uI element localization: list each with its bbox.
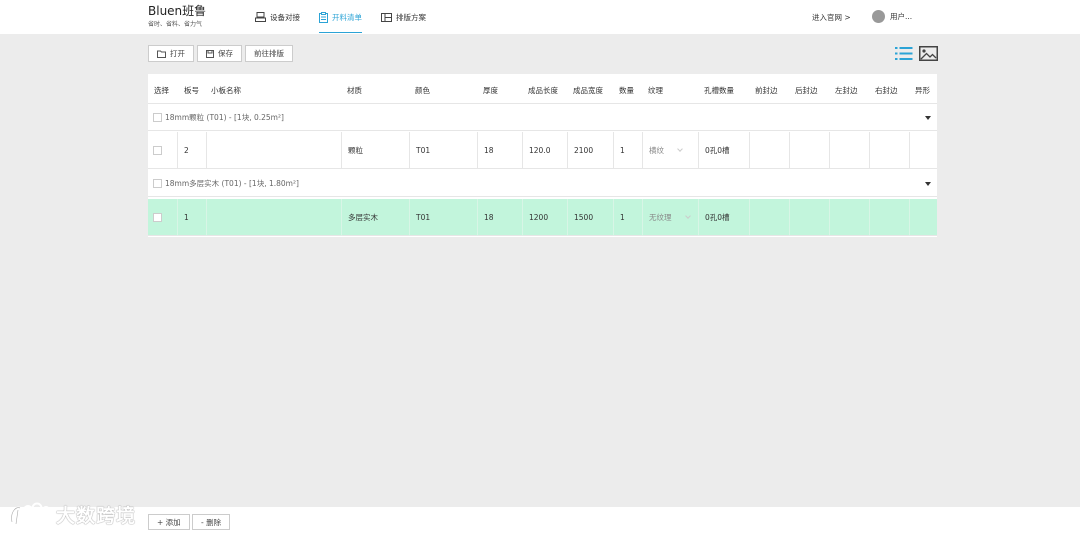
col-width: 成品宽度 <box>573 86 603 95</box>
collapse-caret-icon[interactable] <box>925 116 931 120</box>
row-checkbox[interactable] <box>153 213 162 222</box>
cell-holes: 0孔0槽 <box>698 199 749 236</box>
save-icon <box>206 49 214 58</box>
group-checkbox[interactable] <box>153 178 162 188</box>
cell-thickness: 18 <box>477 132 522 169</box>
footer-bar: + 添加 - 删除 <box>0 507 1080 535</box>
watermark: 大数跨境 <box>8 501 136 528</box>
device-icon <box>255 12 266 22</box>
table-header: 选择 板号 小板名称 材质 颜色 厚度 成品长度 成品宽度 数量 纹理 孔槽数量… <box>148 74 937 104</box>
col-front-edge: 前封边 <box>755 86 778 95</box>
col-left-edge: 左封边 <box>835 86 858 95</box>
texture-value: 无纹理 <box>649 213 672 222</box>
cell-front-edge[interactable] <box>749 199 789 236</box>
cell-left-edge[interactable] <box>829 132 869 169</box>
main-nav: 设备对接 开料清单 排版方案 <box>255 0 445 34</box>
delete-row-button[interactable]: - 删除 <box>192 514 231 530</box>
material-group-header[interactable]: 18mm颗粒 (T01) - [1块, 0.25m²] <box>148 104 937 131</box>
col-select: 选择 <box>154 86 169 95</box>
group-checkbox[interactable] <box>153 112 162 122</box>
group-title: 18mm多层实木 (T01) - [1块, 1.80m²] <box>165 178 299 188</box>
cell-qty[interactable]: 1 <box>613 132 642 169</box>
nav-label: 开料清单 <box>332 12 362 22</box>
save-label: 保存 <box>218 49 233 58</box>
col-thickness: 厚度 <box>483 86 498 95</box>
cell-length[interactable]: 120.0 <box>522 132 567 169</box>
cell-thickness: 18 <box>477 199 522 236</box>
col-back-edge: 后封边 <box>795 86 818 95</box>
col-color: 颜色 <box>415 86 430 95</box>
cell-material: 多层实木 <box>341 199 409 236</box>
col-special-shape: 异形 <box>915 86 930 95</box>
brand-name: Bluen班鲁 <box>148 4 207 18</box>
collapse-caret-icon[interactable] <box>925 182 931 186</box>
cell-special-shape[interactable] <box>909 199 937 236</box>
cell-right-edge[interactable] <box>869 199 909 236</box>
cell-back-edge[interactable] <box>789 132 829 169</box>
col-material: 材质 <box>347 86 362 95</box>
table-row[interactable]: 2 颗粒 T01 18 120.0 2100 1 横纹 0孔0槽 <box>148 132 937 169</box>
col-right-edge: 右封边 <box>875 86 898 95</box>
col-panel-name: 小板名称 <box>211 86 241 95</box>
material-group-header[interactable]: 18mm多层实木 (T01) - [1块, 1.80m²] <box>148 170 937 197</box>
cell-right-edge[interactable] <box>869 132 909 169</box>
nav-cutting-list[interactable]: 开料清单 <box>319 0 362 34</box>
cell-board-no: 2 <box>177 132 206 169</box>
chevron-down-icon <box>677 146 683 152</box>
cell-width[interactable]: 1500 <box>567 199 613 236</box>
open-button[interactable]: 打开 <box>148 45 194 62</box>
nav-layout-plan[interactable]: 排版方案 <box>381 0 426 34</box>
cell-color: T01 <box>409 199 477 236</box>
cell-special-shape[interactable] <box>909 132 937 169</box>
group-title: 18mm颗粒 (T01) - [1块, 0.25m²] <box>165 112 284 122</box>
cell-material: 颗粒 <box>341 132 409 169</box>
texture-select[interactable]: 横纹 <box>649 145 683 156</box>
watermark-logo-icon <box>10 502 50 524</box>
user-name: 用户... <box>890 12 913 21</box>
cell-color: T01 <box>409 132 477 169</box>
cell-front-edge[interactable] <box>749 132 789 169</box>
cell-back-edge[interactable] <box>789 199 829 236</box>
watermark-text: 大数跨境 <box>56 505 137 527</box>
cell-texture[interactable]: 横纹 <box>642 132 698 169</box>
col-length: 成品长度 <box>528 86 558 95</box>
save-button[interactable]: 保存 <box>197 45 242 62</box>
brand[interactable]: Bluen班鲁 省时、省料、省力气 <box>148 4 206 29</box>
col-texture: 纹理 <box>648 86 663 95</box>
avatar <box>872 10 885 23</box>
nav-device-connect[interactable]: 设备对接 <box>255 0 300 34</box>
row-checkbox[interactable] <box>153 146 162 155</box>
texture-select[interactable]: 无纹理 <box>649 212 691 223</box>
cutting-list-table: 选择 板号 小板名称 材质 颜色 厚度 成品长度 成品宽度 数量 纹理 孔槽数量… <box>148 74 937 237</box>
open-label: 打开 <box>170 49 185 58</box>
col-qty: 数量 <box>619 86 634 95</box>
cell-texture[interactable]: 无纹理 <box>642 199 698 236</box>
cell-left-edge[interactable] <box>829 199 869 236</box>
layout-icon <box>381 12 392 22</box>
goto-layout-button[interactable]: 前往排版 <box>245 45 293 62</box>
table-row-selected[interactable]: 1 多层实木 T01 18 1200 1500 1 无纹理 0孔0槽 <box>148 199 937 236</box>
cell-board-no: 1 <box>177 199 206 236</box>
brand-slogan: 省时、省料、省力气 <box>148 21 203 28</box>
cell-length[interactable]: 1200 <box>522 199 567 236</box>
col-holes: 孔槽数量 <box>704 86 734 95</box>
cell-qty[interactable]: 1 <box>613 199 642 236</box>
add-row-button[interactable]: + 添加 <box>148 514 190 530</box>
texture-value: 横纹 <box>649 146 664 155</box>
nav-label: 排版方案 <box>396 12 426 22</box>
cell-holes: 0孔0槽 <box>698 132 749 169</box>
top-bar: Bluen班鲁 省时、省料、省力气 设备对接 开料清单 排版方案 进入官网 > … <box>0 0 1080 34</box>
user-menu[interactable]: 用户... <box>872 10 912 23</box>
folder-icon <box>157 50 166 58</box>
nav-label: 设备对接 <box>270 12 300 22</box>
official-site-link[interactable]: 进入官网 > <box>812 12 851 23</box>
cell-width[interactable]: 2100 <box>567 132 613 169</box>
chevron-down-icon <box>684 213 691 219</box>
cell-panel-name[interactable] <box>206 132 341 169</box>
col-board-no: 板号 <box>184 86 199 95</box>
list-view-icon[interactable] <box>895 46 913 61</box>
image-view-icon[interactable] <box>919 46 938 61</box>
clipboard-icon <box>319 11 328 23</box>
cell-panel-name[interactable] <box>206 199 341 236</box>
